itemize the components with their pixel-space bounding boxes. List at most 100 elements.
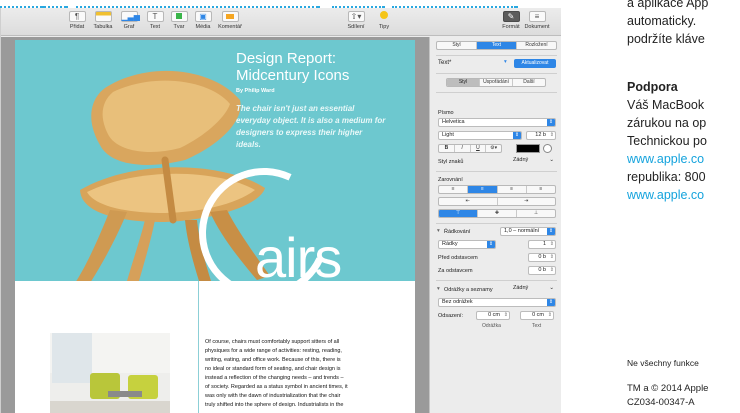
chevron-down-icon: ⌄ [549, 157, 554, 163]
lightbulb-icon [376, 11, 393, 22]
stepper-icon: ⇕ [547, 312, 552, 318]
media-button[interactable]: ▣ Média [189, 11, 217, 30]
spacing-popup[interactable]: 1,0 – normální ⇕ [500, 227, 556, 236]
hero-image[interactable]: Design Report: Midcentury Icons By Phili… [15, 40, 415, 281]
bullets-popup[interactable]: Žádný ⌄ [510, 285, 556, 294]
divider [436, 280, 557, 281]
update-button[interactable]: Aktualizovat [514, 59, 556, 68]
share-label: Sdílení [347, 24, 365, 30]
document-page[interactable]: Design Report: Midcentury Icons By Phili… [15, 40, 415, 413]
text-color-well[interactable] [516, 144, 540, 153]
document-button[interactable]: ≡ Dokument [523, 11, 551, 30]
pull-quote[interactable]: The chair isn't just an essential everyd… [236, 103, 386, 151]
lines-popup[interactable]: Řádky ⇕ [438, 240, 496, 249]
after-paragraph-label: Za odstavcem [438, 268, 473, 274]
chart-button[interactable]: ▁▃▅ Graf [115, 11, 143, 30]
disclosure-triangle-icon[interactable]: ▾ [437, 228, 440, 234]
paragraph-style-name[interactable]: Text* [438, 60, 451, 66]
copyright: TM a © 2014 Apple [627, 383, 709, 394]
document-title[interactable]: Design Report: Midcentury Icons [236, 50, 349, 84]
format-label: Formát [502, 24, 520, 30]
vertical-align-buttons: ⊤ ✚ ⊥ [438, 209, 556, 218]
align-top-icon[interactable]: ⊤ [439, 210, 478, 217]
subtab-layout[interactable]: Uspořádání [480, 79, 513, 86]
document-code: CZ034-00347-A [627, 397, 695, 408]
interior-photo[interactable] [50, 333, 170, 413]
body-text[interactable]: Of course, chairs must comfortably suppo… [205, 338, 385, 410]
document-icon: ≡ [528, 11, 546, 22]
tips-button[interactable]: Tipy [370, 11, 398, 30]
big-word[interactable]: airs [255, 230, 342, 282]
underline-button[interactable]: U [471, 145, 487, 152]
chevron-down-icon: ⌄ [549, 285, 554, 291]
lines-field[interactable]: 1 ⇕ [528, 240, 556, 249]
color-wheel-icon[interactable] [543, 144, 552, 153]
spacing-value: 1,0 – normální [504, 228, 540, 234]
media-icon: ▣ [194, 11, 212, 22]
table-label: Tabulka [93, 24, 113, 30]
stepper-icon: ⇕ [549, 254, 554, 260]
font-section-label: Písmo [438, 110, 454, 116]
bullet-indent-field[interactable]: 0 cm ⇕ [476, 311, 510, 320]
align-justify-icon[interactable]: ≡ [527, 186, 555, 193]
toolbar: ¶ Přidat Tabulka ▁▃▅ Graf T Text Tvar ▣ [1, 8, 561, 36]
format-button[interactable]: ✎ Formát [497, 11, 525, 30]
tab-style[interactable]: Styl [437, 42, 477, 49]
font-weight-popup[interactable]: Light ⇕ [438, 131, 522, 140]
font-size-field[interactable]: 12 b ⇕ [526, 131, 556, 140]
text-indent-field[interactable]: 0 cm ⇕ [520, 311, 554, 320]
pages-window: ¶ Přidat Tabulka ▁▃▅ Graf T Text Tvar ▣ [0, 8, 561, 413]
italic-button[interactable]: I [455, 145, 471, 152]
body-line: Of course, chairs must comfortably suppo… [205, 339, 340, 345]
text-indent-caption: Text [532, 323, 542, 329]
tab-layout[interactable]: Rozložení [517, 42, 556, 49]
decrease-indent-icon[interactable]: ⇤ [439, 198, 498, 205]
body-line: was only with the dawn of industrializat… [205, 393, 341, 399]
subtab-style[interactable]: Styl [447, 79, 480, 86]
char-style-popup[interactable]: Žádný ⌄ [492, 157, 556, 166]
table-button[interactable]: Tabulka [89, 11, 117, 30]
align-left-icon[interactable]: ≡ [439, 186, 469, 193]
font-family-popup[interactable]: Helvetica ⇕ [438, 118, 556, 127]
manual-line: a aplikace App [627, 0, 709, 10]
manual-line: Váš MacBook [627, 98, 705, 112]
align-center-icon[interactable]: ≡ [468, 186, 498, 193]
lines-label: Řádky [442, 241, 458, 247]
format-inspector: Styl Text Rozložení Text* ▾ Aktualizovat… [429, 37, 561, 413]
insert-button[interactable]: ¶ Přidat [63, 11, 91, 30]
tips-label: Tipy [378, 24, 390, 30]
document-canvas[interactable]: Design Report: Midcentury Icons By Phili… [1, 37, 429, 413]
align-middle-icon[interactable]: ✚ [478, 210, 517, 217]
bullet-type-popup[interactable]: Bez odrážek ⇕ [438, 298, 556, 307]
indent-label: Odsazení: [438, 313, 464, 319]
gear-icon[interactable]: ⚙▾ [486, 145, 501, 152]
disclosure-triangle-icon[interactable]: ▾ [437, 286, 440, 292]
chevron-updown-icon: ⇕ [513, 132, 521, 139]
before-paragraph-value: 0 b [538, 254, 546, 260]
after-paragraph-field[interactable]: 0 b ⇕ [528, 266, 556, 275]
chevron-updown-icon: ⇕ [547, 119, 555, 126]
chart-icon: ▁▃▅ [120, 11, 140, 22]
support-link[interactable]: www.apple.co [627, 152, 704, 167]
insert-label: Přidat [69, 24, 85, 30]
align-right-icon[interactable]: ≡ [498, 186, 527, 193]
body-line: instead a reflection of the changing nee… [205, 375, 344, 381]
title-line-2: Midcentury Icons [236, 67, 350, 84]
align-bottom-icon[interactable]: ⊥ [517, 210, 555, 217]
support-link[interactable]: www.apple.co [627, 188, 704, 203]
bold-button[interactable]: B [439, 145, 455, 152]
media-label: Média [195, 24, 211, 30]
indent-buttons: ⇤ ⇥ [438, 197, 556, 206]
before-paragraph-field[interactable]: 0 b ⇕ [528, 253, 556, 262]
support-heading: Podpora [627, 80, 678, 94]
text-indent-value: 0 cm [532, 312, 544, 318]
chevron-down-icon[interactable]: ▾ [504, 59, 507, 65]
subtab-more[interactable]: Další [513, 79, 545, 86]
comment-button[interactable]: Komentář [216, 11, 244, 30]
share-button[interactable]: ⇧▾ Sdílení [342, 11, 370, 30]
increase-indent-icon[interactable]: ⇥ [498, 198, 556, 205]
text-subtabs: Styl Uspořádání Další [446, 78, 546, 87]
tab-text[interactable]: Text [477, 42, 517, 49]
table-icon [94, 11, 112, 22]
byline[interactable]: By Philip Ward [236, 88, 275, 94]
